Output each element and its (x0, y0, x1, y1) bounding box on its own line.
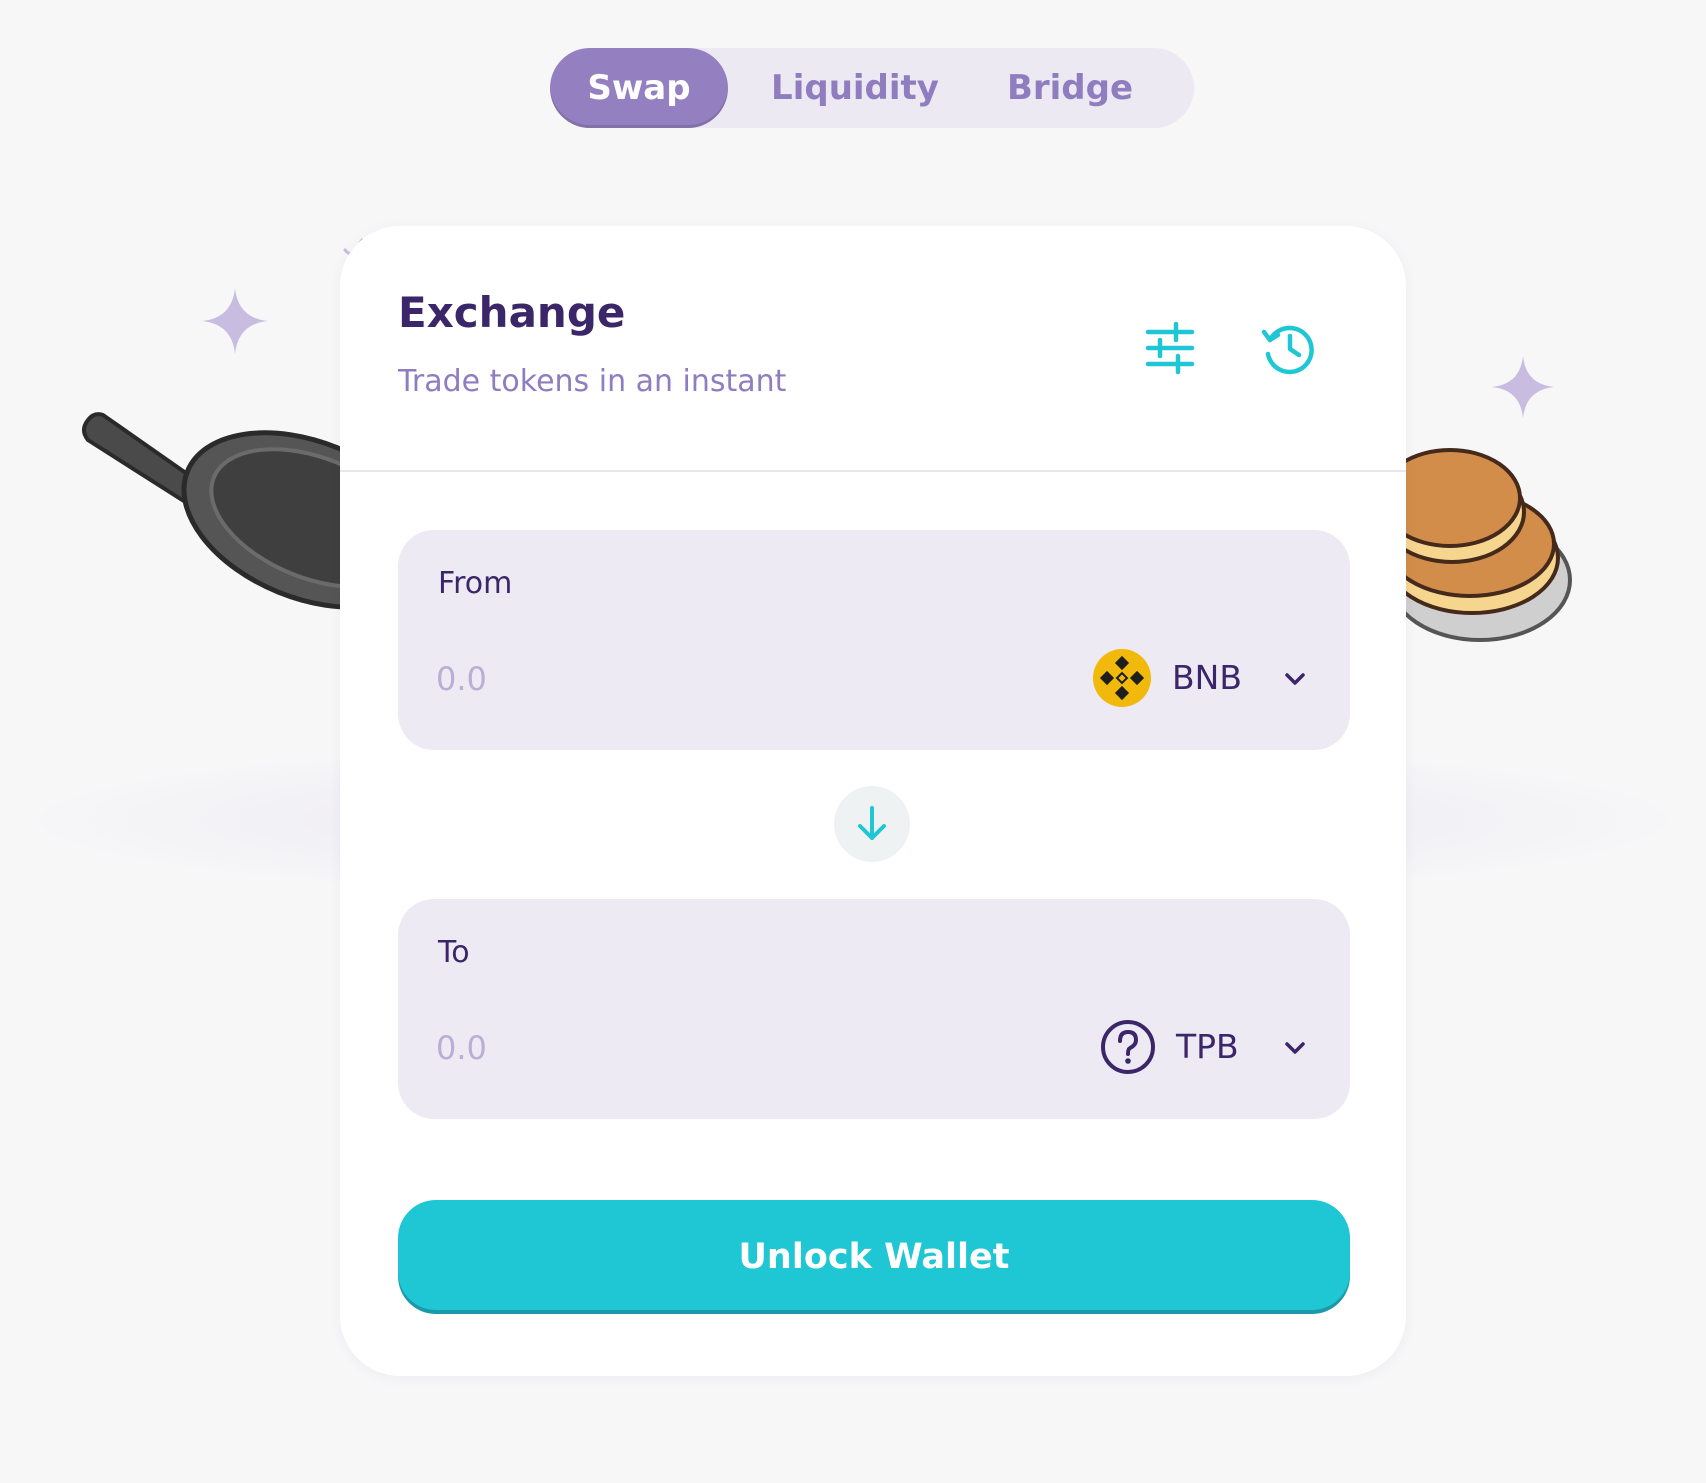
to-label: To (438, 935, 470, 970)
page-subtitle: Trade tokens in an instant (398, 364, 787, 399)
tab-bridge[interactable]: Bridge (970, 48, 1170, 128)
settings-button[interactable] (1140, 318, 1200, 378)
tab-swap[interactable]: Swap (550, 48, 728, 128)
unlock-wallet-button[interactable]: Unlock Wallet (398, 1200, 1350, 1314)
swap-nav-tabs: Swap Liquidity Bridge (550, 48, 1194, 128)
to-input-panel: To TPB (398, 899, 1350, 1119)
chevron-down-icon (1285, 673, 1305, 685)
unknown-token-icon (1101, 1020, 1155, 1074)
from-token-select[interactable]: BNB (1092, 646, 1322, 710)
tab-liquidity[interactable]: Liquidity (745, 48, 965, 128)
sparkle-right-icon (1491, 355, 1555, 419)
exchange-card: Exchange Trade tokens in an instant From… (340, 226, 1406, 1376)
from-label: From (438, 566, 513, 601)
card-header: Exchange Trade tokens in an instant (340, 226, 1406, 472)
switch-direction-button[interactable] (834, 786, 910, 862)
frying-pan-illustration (82, 412, 378, 610)
history-icon (1261, 325, 1314, 375)
history-button[interactable] (1258, 318, 1318, 378)
chevron-down-icon (1285, 1042, 1305, 1054)
from-token-symbol: BNB (1172, 658, 1242, 697)
from-amount-input[interactable] (436, 654, 936, 704)
from-input-panel: From BNB (398, 530, 1350, 750)
to-amount-input[interactable] (436, 1023, 936, 1073)
arrow-down-icon (858, 806, 886, 840)
sliders-icon (1145, 321, 1195, 375)
bnb-logo-icon (1093, 649, 1151, 707)
page-title: Exchange (398, 288, 626, 337)
to-token-symbol: TPB (1176, 1027, 1239, 1066)
sparkle-left-icon (202, 288, 268, 354)
to-token-select[interactable]: TPB (1098, 1015, 1322, 1079)
pancakes-illustration (1380, 448, 1572, 642)
